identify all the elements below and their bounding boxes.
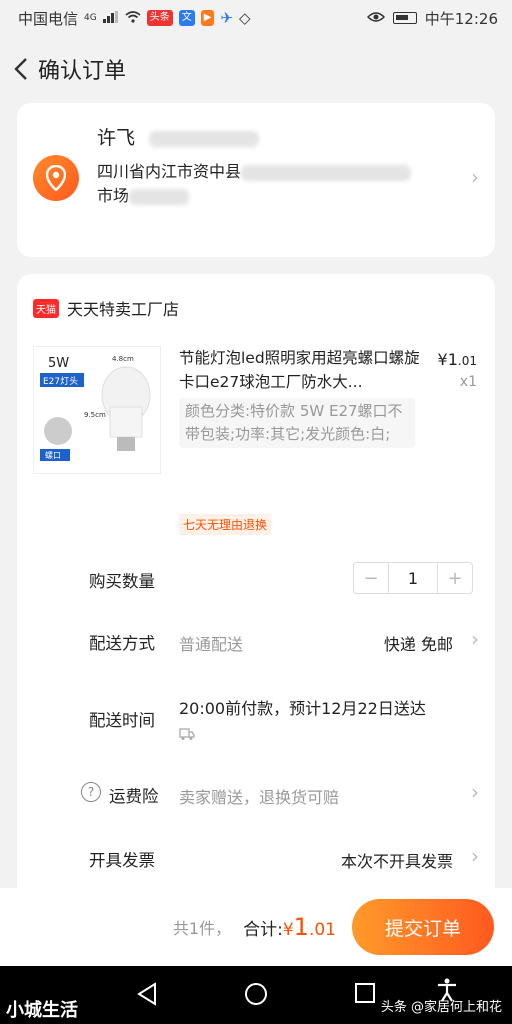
doc-app-icon: 文 — [178, 10, 195, 26]
insurance-label: 运费险 — [109, 787, 159, 806]
quantity-stepper: − 1 + — [353, 562, 473, 594]
recipient-name: 许飞 — [97, 123, 260, 150]
address-line1: 四川省内江市资中县 — [97, 162, 242, 181]
invoice-value: 本次不开具发票 — [340, 852, 453, 871]
watermark-right: 头条 @家居何上和花 — [380, 1000, 502, 1015]
toutiao-app-icon: 头条 — [146, 10, 173, 26]
shipping-label: 配送方式 — [89, 634, 155, 653]
total-decimal: .01 — [308, 920, 336, 940]
eye-icon — [366, 9, 385, 27]
address-text: 四川省内江市资中县 市场 — [97, 160, 457, 208]
page-title: 确认订单 — [38, 59, 127, 84]
home-nav-button[interactable] — [244, 982, 268, 1010]
price-symbol: ¥ — [437, 350, 448, 369]
bird-app-icon: ✈ — [220, 9, 233, 27]
triangle-back-icon — [137, 982, 156, 1006]
quantity-input[interactable]: 1 — [388, 563, 438, 593]
tmall-icon: 天猫 — [33, 298, 59, 318]
invoice-label: 开具发票 — [89, 851, 155, 870]
return-policy-badge: 七天无理由退换 — [179, 514, 272, 535]
watermark-left: 小城生活 — [6, 1000, 78, 1021]
chevron-right-icon: › — [471, 627, 479, 651]
clock: 中午12:26 — [424, 9, 498, 28]
quantity-label: 购买数量 — [89, 572, 155, 591]
chevron-right-icon: › — [471, 165, 479, 189]
signal-icon — [102, 9, 119, 27]
chevron-right-icon: › — [471, 780, 479, 804]
checkout-bar: 共1件， 合计: ¥1.01 提交订单 — [0, 888, 512, 966]
redacted-phone — [149, 130, 260, 147]
address-line2: 市场 — [97, 186, 130, 205]
back-button[interactable] — [6, 49, 36, 89]
shipping-method: 普通配送 — [179, 635, 244, 654]
shield-app-icon: ◇ — [239, 9, 251, 27]
play-app-icon: ▶ — [200, 10, 215, 26]
redacted-address-2 — [129, 188, 190, 205]
status-bar: 中国电信 4G 头条 文 ▶ ✈ ◇ 中午12:26 — [0, 0, 512, 36]
nav-header: 确认订单 — [0, 40, 512, 98]
chevron-right-icon: › — [471, 844, 479, 868]
wifi-icon — [125, 9, 141, 27]
carrier-label: 中国电信 — [18, 9, 79, 28]
total-integer: 1 — [293, 913, 309, 941]
svg-text:4.8cm: 4.8cm — [112, 355, 134, 363]
chevron-left-icon — [14, 58, 27, 80]
location-pin-icon — [33, 155, 79, 201]
circle-home-icon — [245, 983, 267, 1005]
shipping-fee: 快递 免邮 — [383, 635, 453, 654]
help-icon[interactable]: ? — [81, 782, 101, 802]
product-quantity: x1 — [459, 374, 477, 390]
insurance-value: 卖家赠送，退换货可赔 — [179, 788, 340, 807]
order-card: 天猫 天天特卖工厂店 5W E27灯头 4.8cm 9.5cm 螺口 节能灯泡l… — [17, 274, 495, 894]
truck-icon — [179, 726, 195, 745]
network-label: 4G — [84, 13, 97, 23]
total-label: 合计: — [243, 919, 283, 940]
battery-icon — [392, 12, 417, 24]
submit-order-button[interactable]: 提交订单 — [352, 899, 494, 955]
product-price: ¥1.01 — [438, 350, 477, 369]
total-symbol: ¥ — [282, 920, 294, 940]
address-card[interactable]: 许飞 四川省内江市资中县 市场 › — [17, 103, 495, 257]
shop-name: 天天特卖工厂店 — [67, 300, 180, 319]
price-integer: 1 — [447, 350, 458, 369]
recipient-name-text: 许飞 — [97, 127, 136, 149]
product-image[interactable]: 5W E27灯头 4.8cm 9.5cm 螺口 — [33, 346, 161, 474]
delivery-time-value: 20:00前付款，预计12月22日送达 — [179, 699, 426, 718]
svg-text:5W: 5W — [48, 356, 69, 371]
shop-header[interactable]: 天猫 天天特卖工厂店 — [33, 296, 179, 320]
product-title[interactable]: 节能灯泡led照明家用超亮螺口螺旋卡口e27球泡工厂防水大... — [179, 346, 425, 394]
recents-nav-button[interactable] — [354, 982, 376, 1008]
svg-text:9.5cm: 9.5cm — [84, 411, 106, 419]
system-nav-bar: 小城生活 头条 @家居何上和花 — [0, 966, 512, 1024]
delivery-time-label: 配送时间 — [89, 711, 155, 730]
decrease-button[interactable]: − — [354, 563, 388, 593]
redacted-address — [241, 164, 412, 181]
svg-text:螺口: 螺口 — [45, 450, 61, 460]
back-nav-button[interactable] — [136, 982, 158, 1010]
square-recents-icon — [355, 983, 375, 1003]
price-decimal: .01 — [457, 354, 477, 368]
sku-info[interactable]: 颜色分类:特价款 5W E27螺口不带包装;功率:其它;发光颜色:白; — [179, 398, 415, 448]
increase-button[interactable]: + — [438, 563, 472, 593]
item-count: 共1件， — [172, 919, 232, 938]
total-amount: ¥1.01 — [283, 913, 336, 941]
svg-text:E27灯头: E27灯头 — [43, 376, 78, 387]
